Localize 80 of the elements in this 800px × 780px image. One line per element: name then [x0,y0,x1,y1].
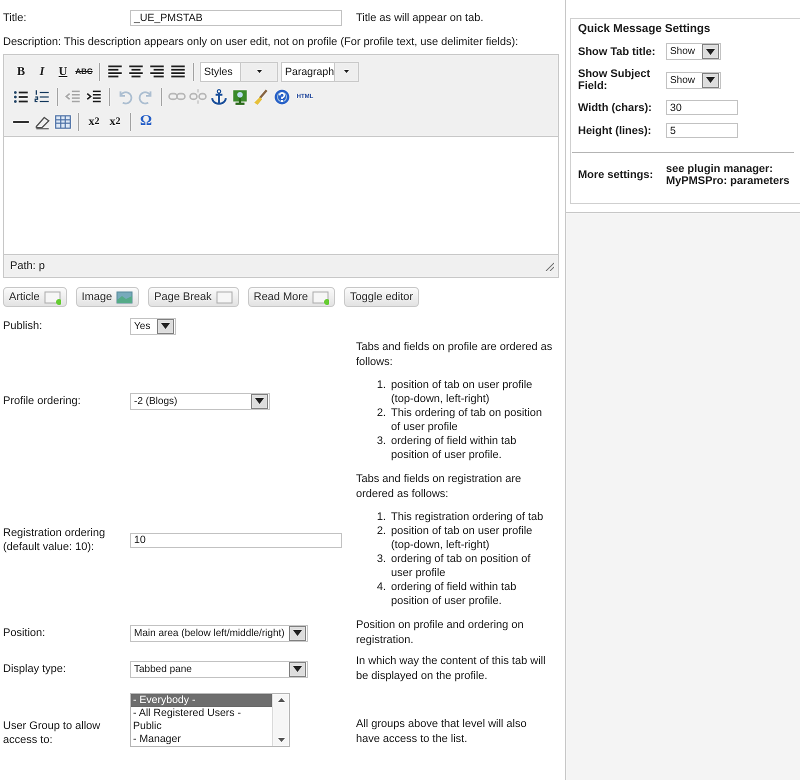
help-icon[interactable] [273,88,291,106]
field-label: User Group to allow access to: [3,719,102,747]
panel-title: Quick Message Settings [578,23,712,35]
scroll-up-icon[interactable] [278,698,284,702]
editor-button[interactable]: Article [3,287,67,307]
help-text: In which way the content of this tab will be displayed on the profile. [356,654,547,684]
dropdown[interactable]: -2 (Blogs) [130,392,270,410]
toolbar-button[interactable]: U [54,62,72,80]
list-item-text: ordering of field within tab position of user profile. [391,434,518,462]
editor-button[interactable]: Toggle editor [344,287,420,307]
dropdown[interactable]: Show [666,72,721,88]
list-number: 1. [376,378,386,393]
dropdown[interactable]: Tabbed pane [130,660,308,678]
anchor-icon[interactable] [210,88,228,106]
resize-handle-icon[interactable] [545,262,554,270]
field-label: Height (lines): [578,124,652,136]
document-icon [216,290,233,304]
list-number: 3. [376,434,386,449]
toolbar-dropdown[interactable]: Styles [200,62,278,82]
field-label: Position: [3,626,46,641]
toolbar-button[interactable]: B [12,62,30,80]
list-item-text: position of tab on user profile (top-down, left-right) [391,524,534,552]
table-icon[interactable] [54,112,72,130]
list-item-text: ordering of field within tab position of user profile. [391,580,518,608]
path-text: Path: p [10,260,45,272]
image-icon[interactable] [231,88,249,106]
list-number: 3. [376,552,386,567]
help-text: Tabs and fields on profile are ordered as follows: [356,340,553,370]
picture-icon [116,290,134,304]
scroll-down-icon[interactable] [278,738,284,742]
list-number: 4. [376,580,386,595]
text-field[interactable]: 5 [666,123,738,138]
list-option[interactable]: - All Registered Users - [131,707,272,720]
description-label: Description: This description appears only on user edit, not on profile (For profile text, use delimiter fields): [3,36,520,48]
list-number: 1. [376,510,386,524]
toolbar-button[interactable]: I [33,62,51,80]
field-label: Show Tab title: [578,46,656,58]
dropdown[interactable]: Yes [130,318,176,334]
list-option[interactable]: - Everybody - [131,694,272,707]
toolbar-dropdown[interactable]: Paragraph [281,62,359,82]
caret-icon [256,70,262,73]
align-justify-icon[interactable] [169,62,187,80]
field-label: Show Subject Field: [578,68,652,92]
align-left-icon[interactable] [106,62,124,80]
editor-button[interactable]: Page Break [148,287,239,307]
align-right-icon[interactable] [148,62,166,80]
field-label: Display type: [3,662,67,677]
editor-button[interactable]: Image [76,287,140,307]
field-label: Title: [3,12,28,24]
list-option[interactable]: - Manager [131,733,272,746]
list-box[interactable]: - Everybody - - All Registered Users - Public - Manager [130,693,290,747]
text-field[interactable]: _UE_PMSTAB [130,10,342,26]
list-number: 2. [376,406,386,421]
align-center-icon[interactable] [127,62,145,80]
help-text: Position on profile and ordering on registration. [356,618,525,648]
document-icon [312,290,330,304]
list-option[interactable]: Public [131,720,272,733]
caret-icon [344,70,350,73]
list-item-text: This registration ordering of tab [391,510,544,524]
field-label: Publish: [3,319,44,334]
help-text: Tabs and fields on registration are ordered as follows: [356,472,522,502]
indent-icon[interactable] [85,88,103,106]
settings-note: see plugin manager: MyPMSPro: parameters [666,163,790,187]
help-text: All groups above that level will also have access to the list. [356,717,528,747]
help-text: Title as will appear on tab. [355,12,484,24]
editor-button[interactable]: Read More [248,287,336,307]
text-field[interactable]: 10 [130,532,342,548]
toolbar-button[interactable]: Ω [137,112,155,130]
field-label: Registration ordering (default value: 10): [3,526,106,555]
list-item-text: position of tab on user profile (top-down, left-right) [391,378,534,406]
document-icon [44,290,61,304]
dropdown[interactable]: Main area (below left/middle/right) [130,624,308,642]
toolbar-button[interactable]: ABC [75,62,93,80]
broom-icon[interactable] [252,88,270,106]
field-label: More settings: [578,169,654,181]
field-label: Width (chars): [578,102,653,114]
dropdown[interactable]: Show [666,43,721,60]
list-number: 2. [376,524,386,539]
field-label: Profile ordering: [3,394,82,409]
text-field[interactable]: 30 [666,100,738,115]
